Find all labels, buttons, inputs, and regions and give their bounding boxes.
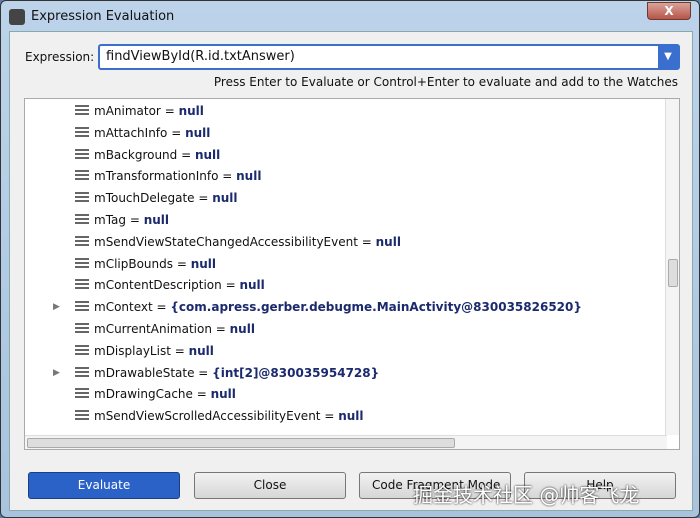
vertical-scrollbar[interactable] [665, 99, 679, 435]
node-value: null [188, 343, 214, 358]
dialog-body: Expression: findViewById(R.id.txtAnswer)… [9, 31, 693, 511]
node-value: null [239, 278, 265, 293]
field-icon [75, 214, 89, 225]
tree-node[interactable]: mAttachInfo = null [75, 123, 210, 143]
horizontal-scrollbar[interactable] [25, 435, 667, 449]
node-name: mTag [94, 213, 127, 227]
node-name: mDisplayList [94, 343, 171, 358]
tree-node[interactable]: mDisplayList = null [75, 341, 214, 361]
node-value: null [190, 256, 217, 271]
node-value: null [236, 169, 262, 184]
tree-node[interactable]: mAnimator = null [75, 101, 204, 121]
node-name: mTouchDelegate [94, 191, 195, 206]
tree-node[interactable]: mContentDescription = null [75, 275, 265, 295]
node-name: mSendViewScrolledAccessibilityEvent [94, 409, 321, 424]
node-value: {int[2]@830035954728} [212, 365, 380, 380]
node-value: null [210, 387, 236, 402]
vertical-scroll-thumb[interactable] [668, 259, 678, 287]
field-icon [75, 366, 89, 378]
node-name: mContentDescription [94, 278, 222, 293]
node-name: mSendViewStateChangedAccessibilityEvent [94, 234, 358, 249]
history-dropdown-icon[interactable]: ▼ [658, 46, 678, 68]
field-icon [75, 410, 89, 422]
node-name: mAttachInfo [94, 125, 168, 140]
tree-node[interactable]: mClipBounds = null [75, 254, 216, 274]
node-value: null [229, 322, 255, 336]
field-icon [75, 388, 89, 400]
tree-node[interactable]: mTouchDelegate = null [75, 188, 238, 208]
field-icon [75, 148, 89, 160]
field-icon [75, 105, 89, 116]
window-title: Expression Evaluation [31, 9, 175, 24]
node-name: mBackground [94, 147, 178, 162]
node-name: mDrawingCache [94, 387, 193, 402]
result-tree: mAnimator = null mAttachInfo = null mBackg… [24, 98, 680, 450]
tree-node[interactable]: mSendViewScrolledAccessibilityEvent = nu… [75, 406, 364, 426]
field-icon [75, 170, 89, 182]
field-icon [75, 257, 89, 269]
field-icon [75, 323, 89, 334]
field-icon [75, 126, 89, 138]
expression-value: findViewById(R.id.txtAnswer) [106, 49, 295, 64]
tree-node[interactable]: mTransformationInfo = null [75, 166, 261, 186]
node-name: mClipBounds [94, 256, 174, 271]
node-value: null [143, 213, 170, 227]
watermark: 掘金技术社区 @帅客飞龙 [413, 483, 640, 507]
expression-input[interactable]: findViewById(R.id.txtAnswer) ▼ [98, 44, 680, 70]
node-name: mAnimator [94, 104, 161, 118]
expression-label: Expression: [25, 50, 95, 64]
node-name: mTransformationInfo [94, 169, 219, 184]
horizontal-scroll-thumb[interactable] [27, 438, 455, 448]
node-value: null [185, 125, 211, 140]
expand-arrow-icon[interactable]: ▶ [53, 297, 60, 317]
node-value: null [338, 409, 364, 424]
node-name: mCurrentAnimation [94, 322, 212, 336]
field-icon [75, 344, 89, 356]
field-icon [75, 301, 89, 313]
tree-node[interactable]: mTag = null [75, 210, 169, 230]
close-window-button[interactable]: X [647, 2, 691, 20]
app-icon [9, 9, 25, 25]
tree-node[interactable]: mCurrentAnimation = null [75, 319, 255, 339]
node-value: null [194, 147, 221, 162]
tree-node[interactable]: mSendViewStateChangedAccessibilityEvent … [75, 232, 401, 252]
field-icon [75, 235, 89, 247]
tree-node[interactable]: mDrawingCache = null [75, 384, 236, 404]
hint-text: Press Enter to Evaluate or Control+Enter… [213, 75, 678, 89]
close-button[interactable]: Close [194, 472, 346, 499]
node-value: null [375, 234, 401, 249]
tree-node[interactable]: ▶ mContext = {com.apress.gerber.debugme.M… [53, 297, 582, 317]
tree-node[interactable]: mBackground = null [75, 145, 220, 165]
node-value: null [212, 191, 238, 206]
field-icon [75, 192, 89, 204]
field-icon [75, 279, 89, 291]
expand-arrow-icon[interactable]: ▶ [53, 363, 60, 383]
node-value: {com.apress.gerber.debugme.MainActivity@… [170, 300, 582, 315]
node-name: mDrawableState [94, 365, 195, 380]
expression-evaluation-dialog: Expression Evaluation X Expression: find… [0, 0, 700, 518]
evaluate-button[interactable]: Evaluate [28, 472, 180, 499]
tree-node[interactable]: ▶ mDrawableState = {int[2]@830035954728} [53, 363, 380, 383]
node-name: mContext [94, 300, 153, 315]
node-value: null [178, 104, 204, 118]
